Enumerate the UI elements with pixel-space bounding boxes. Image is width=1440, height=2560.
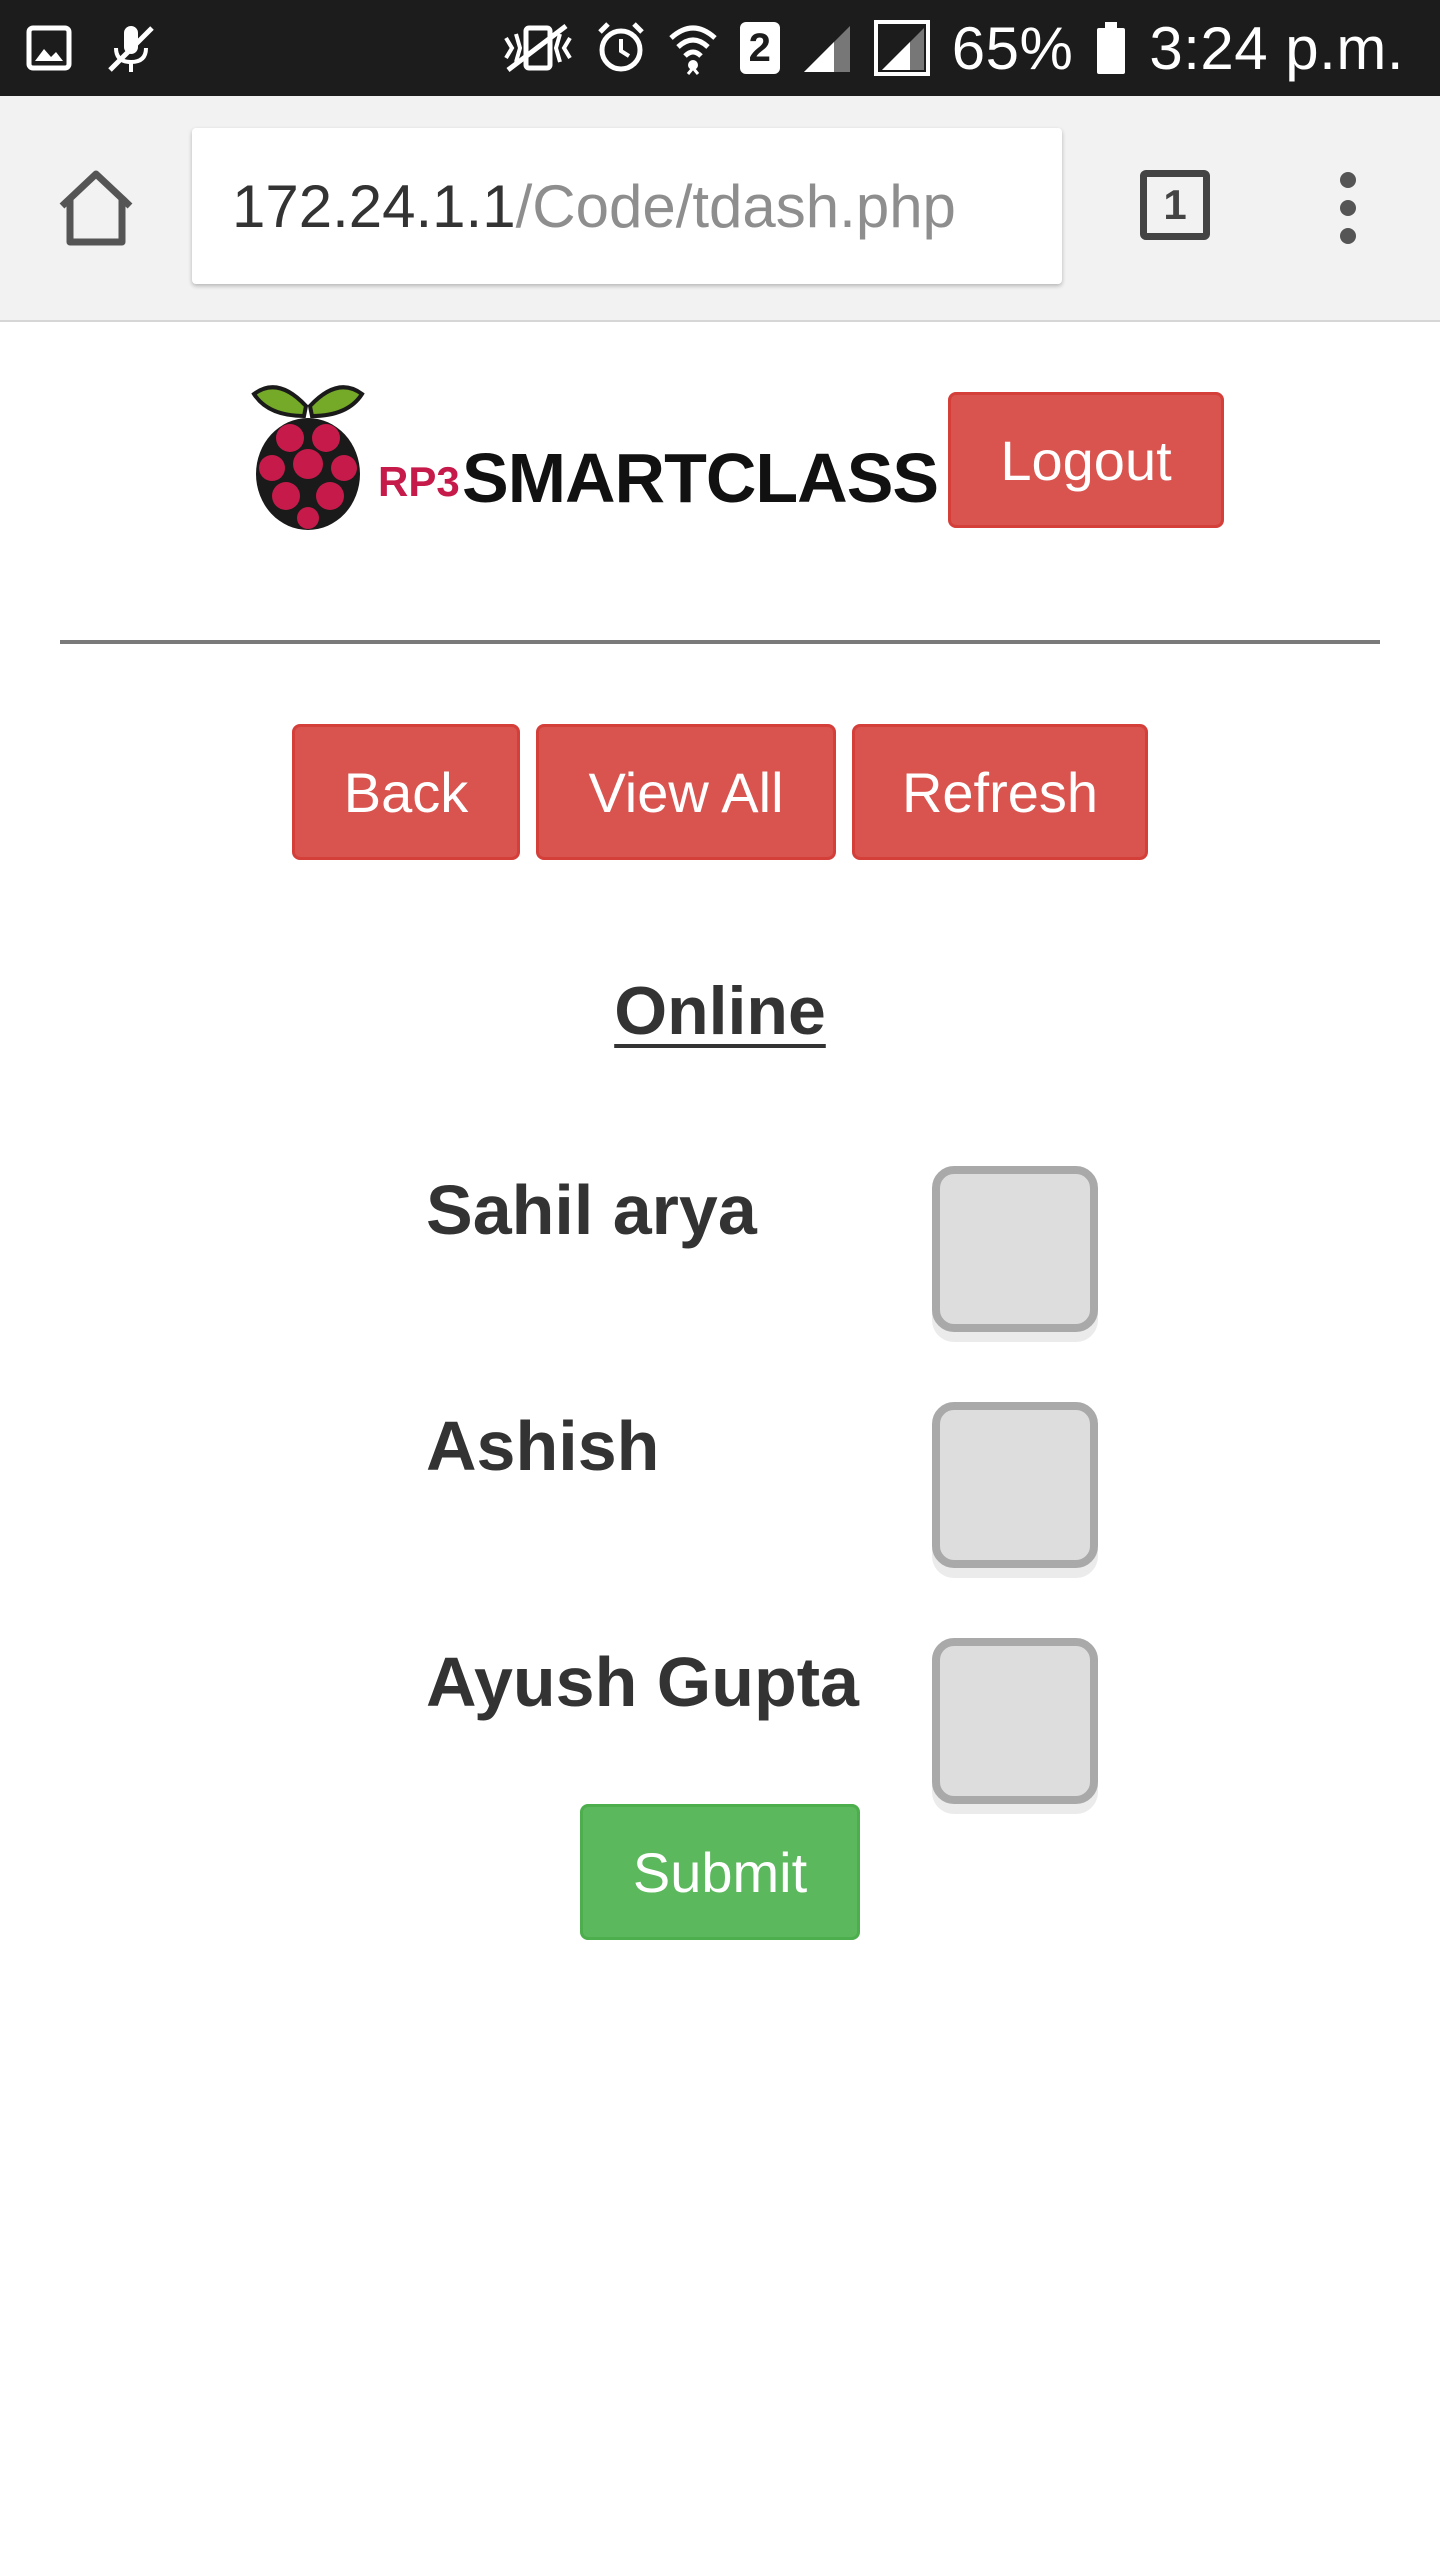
address-bar[interactable]: 172.24.1.1/Code/tdash.php [192, 128, 1062, 284]
url-path: /Code/tdash.php [515, 172, 956, 240]
status-bar: 2 65% 3:24 p.m. [0, 0, 1440, 96]
browser-toolbar: 172.24.1.1/Code/tdash.php 1 [0, 96, 1440, 322]
back-button[interactable]: Back [292, 724, 520, 860]
wifi-icon [668, 20, 718, 76]
logout-button[interactable]: Logout [948, 392, 1224, 528]
student-checkbox-sahil-arya[interactable] [932, 1166, 1098, 1332]
overflow-menu-icon[interactable] [1328, 166, 1368, 250]
logo-prefix: RP3 [378, 458, 460, 505]
tab-switcher-button[interactable]: 1 [1140, 170, 1210, 240]
refresh-button[interactable]: Refresh [852, 724, 1148, 860]
battery-percent: 65% [951, 14, 1074, 82]
view-all-button[interactable]: View All [536, 724, 836, 860]
url-host: 172.24.1.1 [232, 172, 516, 240]
student-name: Sahil arya [426, 1171, 757, 1249]
vibrate-icon [502, 20, 574, 76]
raspberry-icon [251, 385, 365, 530]
logo-name: SMARTCLASS [462, 439, 939, 517]
clock: 3:24 p.m. [1149, 14, 1404, 82]
home-icon[interactable] [54, 166, 138, 250]
sim-badge: 2 [739, 22, 780, 74]
signal-r-icon [873, 20, 930, 76]
student-checkbox-ayush-gupta[interactable] [932, 1638, 1098, 1804]
muted-mic-icon [102, 20, 158, 76]
divider [60, 640, 1380, 644]
smartclass-logo: RP3 SMARTCLASS [248, 376, 939, 532]
section-title: Online [614, 973, 826, 1049]
battery-icon [1095, 20, 1127, 76]
submit-button[interactable]: Submit [580, 1804, 860, 1940]
student-name: Ayush Gupta [426, 1643, 859, 1721]
gallery-icon [26, 25, 72, 71]
student-name: Ashish [426, 1407, 660, 1485]
student-checkbox-ashish[interactable] [932, 1402, 1098, 1568]
signal-icon [802, 22, 852, 74]
alarm-icon [596, 20, 646, 76]
